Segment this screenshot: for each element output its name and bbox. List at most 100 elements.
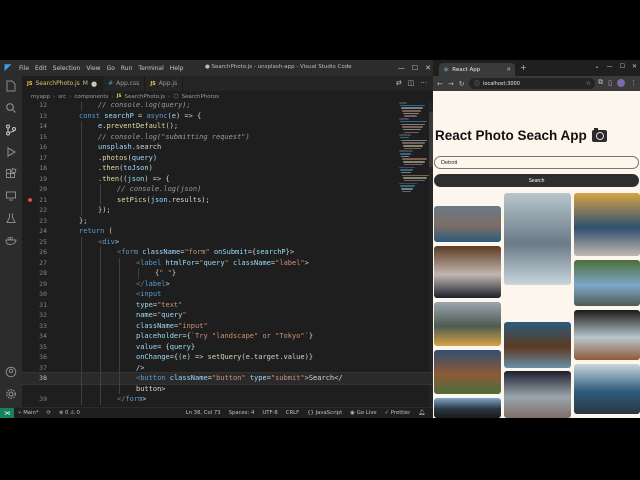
menu-view[interactable]: View [83, 65, 103, 72]
tab-app-js[interactable]: JS App.js [145, 76, 184, 91]
branch-indicator[interactable]: ⑂ Main* [14, 410, 42, 416]
browser-tab[interactable]: ⚛ React App ✕ [439, 63, 515, 76]
go-live-button[interactable]: ◉ Go Live [346, 410, 380, 416]
account-icon[interactable] [5, 366, 17, 378]
address-bar[interactable]: ⓘ localhost:3000 ☆ [469, 78, 595, 89]
breadcrumb-item[interactable]: SearchPhoto.js [125, 94, 166, 100]
code-line[interactable]: 12 // console.log(query); [22, 102, 433, 111]
code-line[interactable]: 37 /> [22, 363, 433, 374]
code-line[interactable]: 18 .then(toJson) [22, 163, 433, 174]
minimize-icon[interactable]: — [398, 64, 405, 72]
breadcrumb-item[interactable]: myapp [31, 94, 50, 100]
close-tab-icon[interactable]: ✕ [506, 67, 511, 73]
code-line[interactable]: 19 .then((json) => { [22, 174, 433, 185]
code-line[interactable]: 20 // console.log(json) [22, 184, 433, 195]
extensions-puzzle-icon[interactable]: ⧉ [598, 78, 603, 87]
reload-icon[interactable]: ↻ [459, 80, 465, 88]
code-line[interactable]: 27 <label htmlFor="query" className="labe… [22, 258, 433, 269]
menu-run[interactable]: Run [118, 65, 136, 72]
source-control-icon[interactable] [5, 124, 17, 136]
encoding[interactable]: UTF-8 [258, 410, 281, 416]
menu-edit[interactable]: Edit [32, 65, 50, 72]
settings-gear-icon[interactable] [5, 388, 17, 400]
maximize-icon[interactable]: ☐ [412, 64, 418, 72]
code-line[interactable]: 17 .photos(query) [22, 153, 433, 164]
code-line[interactable]: 21 setPics(json.results); [22, 195, 433, 206]
menu-selection[interactable]: Selection [50, 65, 84, 72]
search-input[interactable] [434, 156, 639, 169]
breadcrumb-item[interactable]: components [74, 94, 108, 100]
site-info-icon[interactable]: ⓘ [474, 79, 480, 88]
code-line[interactable]: 30 <input [22, 289, 433, 300]
compare-changes-icon[interactable]: ⇄ [396, 79, 402, 87]
unsaved-dot-icon[interactable]: ● [91, 80, 97, 88]
code-line[interactable]: 32 name="query" [22, 310, 433, 321]
bookmark-star-icon[interactable]: ☆ [586, 80, 591, 87]
code-line[interactable]: 28 {" "} [22, 268, 433, 279]
photo-thumbnail[interactable] [434, 246, 501, 298]
close-icon[interactable]: ✕ [632, 63, 637, 70]
code-line[interactable]: 33 className="input" [22, 321, 433, 332]
code-line[interactable]: 15 // console.log("submitting request") [22, 132, 433, 143]
photo-thumbnail[interactable] [504, 322, 571, 368]
search-icon[interactable] [5, 102, 17, 114]
code-line[interactable]: 34 placeholder={`Try "landscape" or "Toky… [22, 331, 433, 342]
photo-thumbnail[interactable] [574, 310, 640, 360]
bell-icon[interactable]: 🔔︎ [414, 410, 429, 416]
photo-thumbnail[interactable] [504, 371, 571, 418]
menu-file[interactable]: File [16, 65, 32, 72]
photo-thumbnail[interactable] [434, 302, 501, 346]
line-ending[interactable]: CRLF [282, 410, 303, 416]
code-line[interactable]: 38 <button className="button" type="submi… [22, 372, 433, 385]
browser-menu-icon[interactable]: ⋮ [630, 79, 637, 87]
explorer-icon[interactable] [5, 80, 17, 92]
tab-searchphoto[interactable]: JS SearchPhoto.js M ● [22, 76, 104, 91]
extensions-icon[interactable] [5, 168, 17, 180]
problems-indicator[interactable]: ⊗ 0 ⚠ 0 [55, 410, 84, 416]
code-line[interactable]: 25 <div> [22, 237, 433, 248]
more-actions-icon[interactable]: ··· [420, 79, 427, 87]
code-line[interactable]: 31 type="text" [22, 300, 433, 311]
back-icon[interactable]: ← [437, 80, 443, 88]
menu-help[interactable]: Help [167, 65, 187, 72]
code-line[interactable]: 13 const searchP = async(e) => { [22, 111, 433, 122]
run-debug-icon[interactable] [5, 146, 17, 158]
remote-indicator-icon[interactable]: ⋊ [0, 407, 14, 418]
remote-explorer-icon[interactable] [5, 190, 17, 202]
indentation[interactable]: Spaces: 4 [225, 410, 259, 416]
cursor-position[interactable]: Ln 38, Col 73 [182, 410, 225, 416]
error-marker-icon[interactable] [28, 197, 32, 202]
photo-thumbnail[interactable] [574, 193, 640, 256]
photo-thumbnail[interactable] [504, 193, 571, 285]
photo-thumbnail[interactable] [434, 206, 501, 242]
minimize-icon[interactable]: — [607, 63, 613, 70]
forward-icon[interactable]: → [448, 80, 454, 88]
new-tab-icon[interactable]: + [520, 63, 527, 72]
photo-thumbnail[interactable] [434, 398, 501, 418]
code-editor[interactable]: 12 // console.log(query); 13 const searchP … [22, 102, 433, 407]
code-line[interactable]: 35 value= {query} [22, 342, 433, 353]
tab-app-css[interactable]: # App.css [103, 76, 146, 91]
testing-icon[interactable] [5, 212, 17, 224]
prettier-status[interactable]: ✓ Prettier [381, 410, 415, 416]
code-line[interactable]: 26 <form className="form" onSubmit={searc… [22, 247, 433, 258]
menu-terminal[interactable]: Terminal [135, 65, 166, 72]
code-line[interactable]: 29 </label> [22, 279, 433, 290]
tab-search-icon[interactable]: ⌄ [595, 63, 600, 70]
code-line[interactable]: button> [22, 384, 433, 395]
code-line[interactable]: 24 return ( [22, 226, 433, 237]
code-line[interactable]: 16 unsplash.search [22, 142, 433, 153]
photo-thumbnail[interactable] [574, 364, 640, 414]
code-line[interactable]: 23}; [22, 216, 433, 227]
code-line[interactable]: 14 e.preventDefault(); [22, 121, 433, 132]
profile-avatar[interactable] [617, 78, 625, 87]
code-line[interactable]: 39 </form> [22, 394, 433, 405]
search-button[interactable]: Search [434, 174, 639, 187]
sync-icon[interactable]: ⟳ [42, 410, 54, 416]
sidebar-icon[interactable]: ▯ [608, 79, 612, 87]
breadcrumb-item[interactable]: SearchPhotos [182, 94, 219, 100]
maximize-icon[interactable]: ☐ [620, 63, 625, 70]
docker-icon[interactable] [5, 234, 17, 246]
language-mode[interactable]: {} JavaScript [303, 410, 346, 416]
code-line[interactable]: 22}); [22, 205, 433, 216]
